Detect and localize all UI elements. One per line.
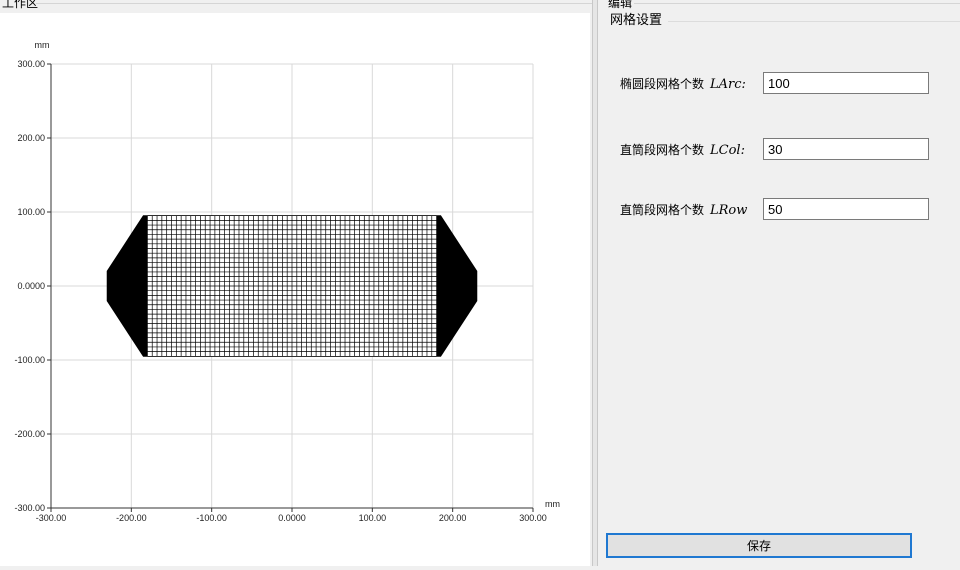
- chart-area[interactable]: -300.00 -200.00 -100.00 0.0000 100.00 200.00 3…: [0, 13, 590, 566]
- column-mesh-count-input[interactable]: [763, 138, 929, 160]
- x-tick-label: -200.00: [116, 513, 147, 523]
- y-tick-label: 300.00: [17, 59, 45, 69]
- row-mesh-count-label: 直筒段网格个数 LRow: [620, 203, 748, 218]
- mesh-settings-divider: [668, 21, 960, 22]
- editor-panel: 编辑 网格设置 椭圆段网格个数LArc: 直筒段网格个数LCol: 直筒段网格个…: [598, 0, 960, 566]
- mesh-chart: -300.00 -200.00 -100.00 0.0000 100.00 200.00 3…: [14, 40, 560, 523]
- x-tick-label: 100.00: [359, 513, 387, 523]
- mesh-settings-title: 网格设置: [610, 13, 663, 28]
- x-tick-label: -300.00: [36, 513, 67, 523]
- column-mesh-count-label: 直筒段网格个数 LCol:: [620, 143, 745, 158]
- y-tick-label: 200.00: [17, 133, 45, 143]
- x-tick-label: 300.00: [519, 513, 547, 523]
- x-tick-label: 200.00: [439, 513, 467, 523]
- y-tick-label: -100.00: [14, 355, 45, 365]
- workspace-panel: -300.00 -200.00 -100.00 0.0000 100.00 200.00 3…: [0, 0, 592, 566]
- workspace-title: 工作区: [2, 0, 39, 10]
- x-axis-unit-label: mm: [545, 499, 560, 509]
- x-tick-label: 0.0000: [278, 513, 306, 523]
- y-tick-label: 100.00: [17, 207, 45, 217]
- row-mesh-count-input[interactable]: [763, 198, 929, 220]
- y-axis-unit-label: mm: [35, 40, 50, 50]
- editor-title: 编辑: [608, 0, 633, 10]
- editor-title-divider: [634, 3, 960, 4]
- x-tick-label: -100.00: [196, 513, 227, 523]
- arc-mesh-count-input[interactable]: [763, 72, 929, 94]
- save-button[interactable]: 保存: [606, 533, 912, 558]
- y-tick-label: -300.00: [14, 503, 45, 513]
- y-tick-label: -200.00: [14, 429, 45, 439]
- workspace-title-divider: [36, 3, 592, 4]
- arc-mesh-count-label: 椭圆段网格个数 LArc:: [620, 77, 746, 92]
- y-tick-label: 0.0000: [17, 281, 45, 291]
